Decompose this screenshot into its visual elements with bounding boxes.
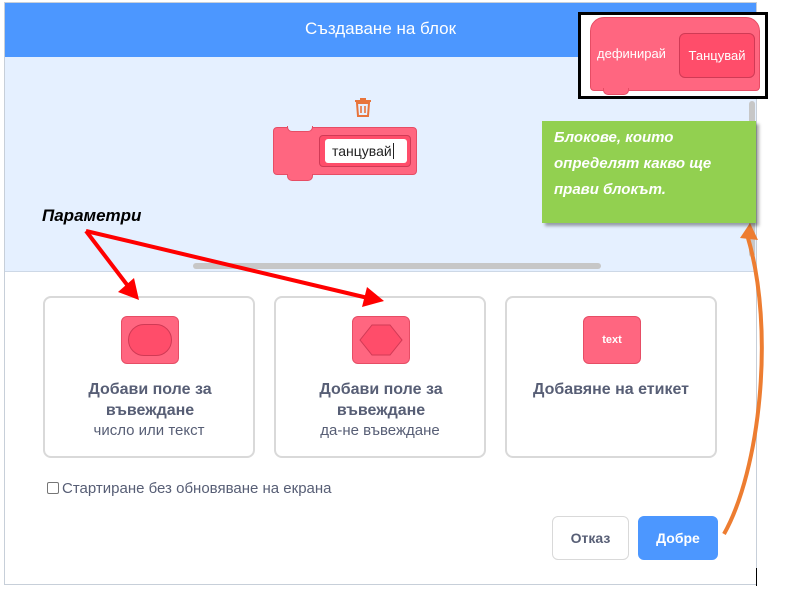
define-label: дефинирай: [597, 46, 666, 61]
params-annotation: Параметри: [42, 206, 142, 225]
explanation-note: Блокове, които определят какво ще прави …: [542, 121, 756, 223]
define-hat-block: дефинирай Танцувай: [590, 17, 760, 91]
orange-arrow-to-note: [722, 223, 764, 535]
define-block-name: Танцувай: [679, 33, 755, 78]
define-block-inset: дефинирай Танцувай: [578, 12, 768, 99]
